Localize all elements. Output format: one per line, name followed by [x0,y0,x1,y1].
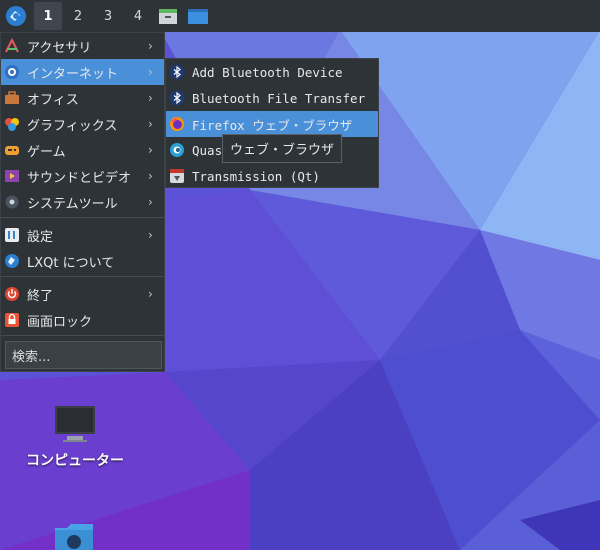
internet-submenu: Add Bluetooth Device Bluetooth File Tran… [165,58,379,188]
submenu-item-add-bluetooth-device[interactable]: Add Bluetooth Device [166,59,378,85]
menu-item-label: 設定 [27,229,54,245]
desktop-icon-computer[interactable]: コンピューター [18,404,132,470]
submenu-item-label: Bluetooth File Transfer [192,90,366,106]
submenu-item-label: Add Bluetooth Device [192,64,343,80]
menu-item-games[interactable]: ゲーム › [1,137,164,163]
start-menu-button[interactable] [0,0,32,32]
menu-item-graphics[interactable]: グラフィックス › [1,111,164,137]
quicklaunch-window[interactable] [184,2,212,30]
system-tools-icon [3,193,21,211]
menu-item-lock-screen[interactable]: 画面ロック [1,307,164,333]
accessories-icon [3,37,21,55]
menu-item-label: システムツール [27,196,118,212]
menu-item-label: 画面ロック [27,314,93,330]
lock-icon [3,311,21,329]
internet-icon [3,63,21,81]
show-desktop-icon [188,9,208,24]
quassel-icon [168,141,186,159]
transmission-icon [168,167,186,185]
application-menu: アクセサリ › インターネット › オフィス › グラフィックス › ゲーム ›… [0,32,165,372]
menu-item-label: LXQt について [27,255,115,271]
menu-item-label: サウンドとビデオ [27,170,132,186]
menu-item-label: オフィス [27,92,79,108]
chevron-right-icon: › [148,169,153,183]
tooltip: ウェブ・ブラウザ [222,134,342,163]
menu-item-office[interactable]: オフィス › [1,85,164,111]
graphics-icon [3,115,21,133]
submenu-item-transmission[interactable]: Transmission (Qt) [166,163,378,189]
chevron-right-icon: › [148,117,153,131]
menu-separator [1,276,164,277]
office-icon [3,89,21,107]
settings-icon [3,226,21,244]
submenu-item-label: Transmission (Qt) [192,168,320,184]
bluetooth-icon [168,89,186,107]
menu-item-label: アクセサリ [27,40,92,56]
chevron-right-icon: › [148,195,153,209]
chevron-right-icon: › [148,287,153,301]
desktop-icon-network[interactable] [52,522,96,550]
lxqt-logo-icon [3,252,21,270]
menu-separator [1,217,164,218]
multimedia-icon [3,167,21,185]
submenu-item-label: Firefox ウェブ・ブラウザ [192,117,353,133]
menu-item-about-lxqt[interactable]: LXQt について [1,248,164,274]
menu-item-label: インターネット [27,66,119,82]
menu-separator [1,335,164,336]
quicklaunch-archive[interactable] [154,2,182,30]
chevron-right-icon: › [148,91,153,105]
menu-item-label: 終了 [27,288,54,304]
lxqt-logo-icon [6,6,26,26]
menu-item-settings[interactable]: 設定 › [1,222,164,248]
desktop-switch-3[interactable]: 3 [94,2,122,30]
menu-item-label: ゲーム [27,144,66,160]
power-icon [3,285,21,303]
computer-icon [55,406,95,442]
desktop-switch-2[interactable]: 2 [64,2,92,30]
menu-item-leave[interactable]: 終了 › [1,281,164,307]
chevron-right-icon: › [148,143,153,157]
desktop-switch-1[interactable]: 1 [34,2,62,30]
chevron-right-icon: › [148,65,153,79]
bluetooth-icon [168,63,186,81]
submenu-item-bluetooth-file-transfer[interactable]: Bluetooth File Transfer [166,85,378,111]
desktop-switch-4[interactable]: 4 [124,2,152,30]
taskbar: 1 2 3 4 [0,0,600,32]
menu-item-multimedia[interactable]: サウンドとビデオ › [1,163,164,189]
archive-icon [159,9,177,24]
menu-item-label: グラフィックス [27,118,118,134]
menu-item-internet[interactable]: インターネット › [1,59,164,85]
firefox-icon [168,115,186,133]
network-folder-icon [55,524,93,550]
chevron-right-icon: › [148,228,153,242]
menu-search-input[interactable]: 検索... [5,341,162,369]
desktop-icon-label: コンピューター [26,453,124,469]
menu-item-system-tools[interactable]: システムツール › [1,189,164,215]
games-icon [3,141,21,159]
chevron-right-icon: › [148,39,153,53]
menu-item-accessories[interactable]: アクセサリ › [1,33,164,59]
